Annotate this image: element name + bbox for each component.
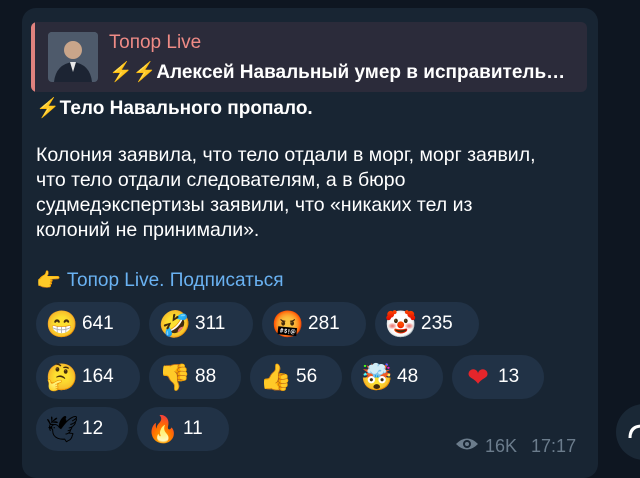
- reaction-count: 641: [82, 313, 114, 334]
- reaction-count: 281: [308, 313, 340, 334]
- reaction-count: 56: [296, 366, 318, 387]
- heart-icon: ❤: [467, 361, 489, 392]
- message-meta: 16K 17:17: [455, 436, 576, 457]
- timestamp: 17:17: [531, 436, 577, 456]
- rofl-emoji-icon: 🤣: [158, 308, 192, 339]
- reaction-exploding-head[interactable]: 🤯 48: [351, 355, 443, 399]
- pointing-hand-icon: 👉: [36, 270, 61, 292]
- reaction-clown[interactable]: 🤡 235: [375, 302, 479, 346]
- reaction-count: 13: [498, 366, 520, 387]
- reaction-count: 311: [195, 313, 226, 334]
- reaction-count: 11: [183, 418, 203, 439]
- lightning-icon: ⚡⚡: [109, 62, 157, 83]
- reply-quoted-text: ⚡⚡Алексей Навальный умер в исправитель…: [109, 60, 579, 84]
- reply-accent-bar: [31, 22, 35, 92]
- reaction-cursing[interactable]: 🤬 281: [262, 302, 366, 346]
- fire-icon: 🔥: [146, 413, 180, 444]
- post-headline: ⚡Тело Навального пропало.: [36, 96, 313, 120]
- reaction-thinking[interactable]: 🤔 164: [36, 355, 140, 399]
- grin-emoji-icon: 😁: [45, 308, 79, 339]
- cursing-face-emoji-icon: 🤬: [271, 308, 305, 339]
- exploding-head-icon: 🤯: [360, 361, 394, 392]
- reaction-heart[interactable]: ❤ 13: [452, 355, 544, 399]
- reaction-count: 48: [397, 366, 419, 387]
- reaction-count: 88: [195, 366, 217, 387]
- reaction-grin[interactable]: 😁 641: [36, 302, 140, 346]
- channel-avatar: [48, 32, 98, 82]
- reply-channel-name: Топор Live: [109, 32, 202, 53]
- eye-icon: [455, 436, 479, 457]
- reaction-count: 164: [82, 366, 114, 387]
- reaction-dove[interactable]: 🕊 12: [36, 407, 128, 451]
- reply-quote: Алексей Навальный умер в исправитель…: [156, 62, 566, 83]
- thumbs-up-icon: 👍: [259, 361, 293, 392]
- clown-emoji-icon: 🤡: [384, 308, 418, 339]
- share-button[interactable]: [616, 404, 640, 460]
- subscribe-link-text[interactable]: Топор Live. Подписаться: [67, 270, 284, 292]
- thinking-emoji-icon: 🤔: [45, 361, 79, 392]
- dove-icon: 🕊: [45, 413, 79, 444]
- share-arrow-icon: [628, 424, 640, 439]
- reaction-count: 235: [421, 313, 453, 334]
- reaction-thumbs-down[interactable]: 👎 88: [149, 355, 241, 399]
- reaction-fire[interactable]: 🔥 11: [137, 407, 229, 451]
- reaction-thumbs-up[interactable]: 👍 56: [250, 355, 342, 399]
- thumbs-down-icon: 👎: [158, 361, 192, 392]
- reply-preview[interactable]: Топор Live ⚡⚡Алексей Навальный умер в ис…: [31, 22, 587, 92]
- headline-text: Тело Навального пропало.: [59, 98, 313, 119]
- post-body: Колония заявила, что тело отдали в морг,…: [36, 144, 536, 241]
- subscribe-link[interactable]: 👉 Топор Live. Подписаться: [36, 268, 284, 293]
- reaction-count: 12: [82, 418, 104, 439]
- lightning-icon: ⚡: [36, 98, 60, 119]
- reaction-rofl[interactable]: 🤣 311: [149, 302, 253, 346]
- view-count: 16K: [485, 436, 518, 456]
